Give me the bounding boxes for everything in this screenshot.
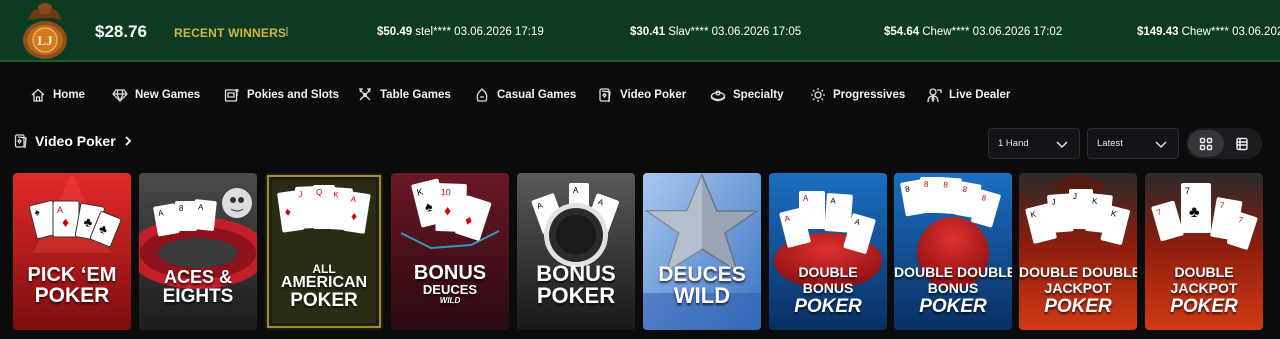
diamond-icon [112, 89, 128, 103]
nav-live-dealer[interactable]: Live Dealer [926, 84, 1010, 106]
svg-text:7: 7 [1185, 186, 1190, 196]
top-bar: LJ $28.76 RECENT WINNERS $50.49 stel**** … [0, 0, 1280, 62]
svg-text:Q: Q [316, 188, 322, 197]
winner-entry: $50.49 stel**** 03.06.2026 17:19 [377, 26, 544, 38]
svg-text:J: J [1051, 197, 1056, 206]
grid-view-button[interactable] [1188, 130, 1224, 157]
live-dealer-icon [927, 88, 942, 103]
game-title-line2: POKER [536, 283, 616, 308]
svg-text:A: A [573, 186, 579, 195]
game-tile-bonus-deuces-wild[interactable]: K ♠ 10 ♦ ♦ BONUS DEUCES WILD [391, 173, 509, 330]
game-tile-double-jackpot-poker[interactable]: 7 7 ♣ 7 7 DOUBLE JACKPOT POKER [1145, 173, 1263, 330]
game-title-line1: PICK ‘EM [27, 264, 117, 286]
game-title-line2: AMERICAN [280, 274, 368, 291]
svg-text:♣: ♣ [1189, 204, 1200, 221]
nav-pokies-and-slots[interactable]: Pokies and Slots [224, 84, 339, 106]
game-title-line1: DOUBLE DOUBLE [894, 264, 1012, 280]
nav-video-poker[interactable]: Video Poker [597, 84, 686, 106]
game-title-line2: JACKPOT [1170, 280, 1238, 296]
chevron-down-icon [1056, 141, 1068, 149]
divider [286, 27, 288, 36]
grid-icon [1199, 137, 1213, 150]
svg-text:8: 8 [179, 204, 184, 213]
svg-text:♦: ♦ [444, 202, 452, 218]
svg-text:8: 8 [924, 180, 929, 189]
section-title-link[interactable]: Video Poker [14, 133, 132, 149]
game-tile-pick-em-poker[interactable]: ♠ A ♦ ♣ ♣ PICK ‘EM POKER [13, 173, 131, 330]
sort-select[interactable]: Latest [1087, 128, 1179, 159]
winner-entry: $54.64 Chew**** 03.06.2026 17:02 [884, 26, 1063, 38]
casual-games-icon [476, 88, 488, 102]
home-icon [31, 88, 45, 102]
hand-count-select[interactable]: 1 Hand [988, 128, 1080, 159]
game-title-line3: WILD [439, 296, 461, 305]
game-tile-deuces-wild[interactable]: DEUCES WILD [643, 173, 761, 330]
nav-table-games[interactable]: Table Games [357, 84, 451, 106]
sort-value: Latest [1097, 138, 1123, 149]
logo-text: LJ [37, 33, 53, 48]
chevron-down-icon [1155, 141, 1167, 149]
video-poker-icon [599, 88, 611, 103]
nav-new-games[interactable]: New Games [112, 84, 200, 106]
balance[interactable]: $28.76 [95, 22, 147, 42]
svg-text:10: 10 [441, 187, 451, 197]
game-title-line3: POKER [1044, 296, 1112, 317]
game-tile-double-double-bonus-poker[interactable]: 8 8 8 8 8 DOUBLE DOUBLE BONUS POKER [894, 173, 1012, 330]
game-tile-bonus-poker[interactable]: A A A BONUS POKER [517, 173, 635, 330]
svg-text:♦: ♦ [62, 214, 69, 230]
game-title-line3: POKER [290, 290, 358, 311]
game-title-line2: JACKPOT [1044, 280, 1112, 296]
game-art: K♠ 10♦ ♦ [391, 173, 509, 330]
category-nav: Home New Games Pokies and Slots Table Ga… [0, 80, 1280, 110]
game-title-line2: EIGHTS [162, 286, 234, 307]
winner-entry: $30.41 Slav**** 03.06.2026 17:05 [630, 26, 802, 38]
game-title-line1: BONUS [536, 261, 616, 286]
svg-text:J: J [298, 190, 302, 199]
game-title-line1: DOUBLE DOUBLE [1019, 264, 1137, 280]
game-title-line1: DEUCES [658, 263, 746, 286]
game-title-line2: BONUS [927, 280, 979, 296]
chevron-right-icon [125, 136, 131, 146]
game-title-line3: POKER [1170, 296, 1238, 317]
game-tile-double-double-jackpot-poker[interactable]: K J J K K DOUBLE DOUBLE JACKPOT POKER [1019, 173, 1137, 330]
svg-text:A: A [803, 194, 809, 203]
winner-entry: $149.43Chew**** 03.06.2026 16: [1137, 26, 1280, 38]
view-toggle [1186, 128, 1262, 159]
nav-casual-games[interactable]: Casual Games [474, 84, 576, 106]
game-title-line2: DEUCES [422, 282, 478, 297]
nav-progressives[interactable]: Progressives [810, 84, 905, 106]
crossed-cards-icon [359, 88, 371, 101]
hand-count-value: 1 Hand [998, 138, 1029, 149]
game-tile-aces-and-eights[interactable]: A 8 A ACES & EIGHTS [139, 173, 257, 330]
game-title-line2: POKER [34, 284, 110, 307]
video-poker-icon [14, 134, 27, 149]
game-title-line1: DOUBLE [1174, 264, 1234, 280]
game-tile-all-american-poker[interactable]: ♦ J Q K A ♦ ALL AMERICAN POKER [265, 173, 383, 330]
game-title-line2: WILD [673, 283, 731, 308]
game-title-line3: POKER [919, 296, 987, 317]
slot-machine-icon [224, 88, 239, 102]
nav-home[interactable]: Home [30, 84, 85, 106]
list-icon [1236, 137, 1248, 150]
specialty-icon [710, 90, 726, 102]
game-title-line2: BONUS [802, 280, 854, 296]
progressives-icon [811, 88, 825, 102]
game-title-line1: ACES & [163, 267, 232, 287]
game-title-line1: DOUBLE [798, 264, 858, 280]
game-tile-double-bonus-poker[interactable]: A A A A DOUBLE BONUS POKER [769, 173, 887, 330]
nav-specialty[interactable]: Specialty [710, 84, 784, 106]
page-title: Video Poker [35, 133, 116, 149]
game-title-line3: POKER [794, 296, 862, 317]
svg-text:J: J [1073, 192, 1077, 201]
recent-winners-label: RECENT WINNERS [174, 26, 287, 40]
logo-icon[interactable]: LJ [14, 2, 76, 60]
list-view-button[interactable] [1224, 130, 1260, 157]
game-title-line1: BONUS [413, 262, 487, 284]
